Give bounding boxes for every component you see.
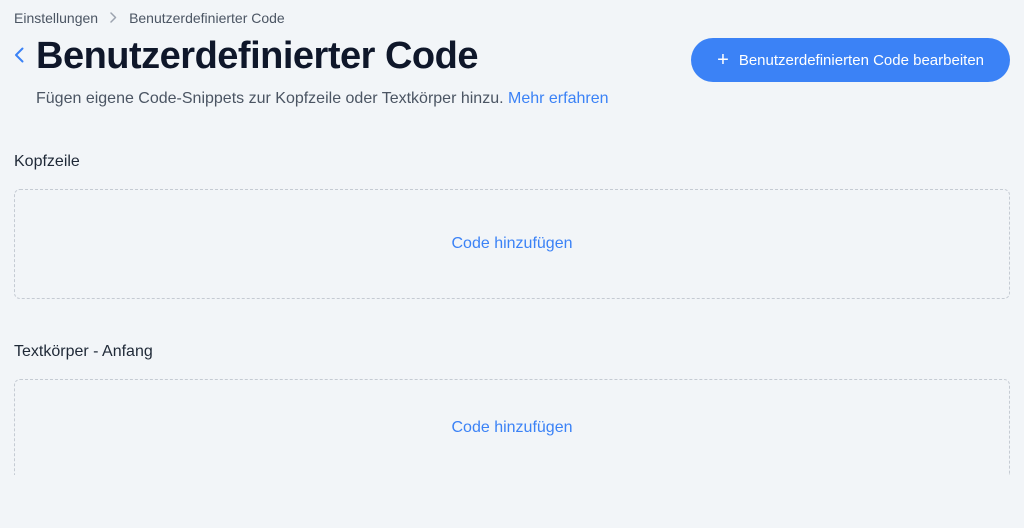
chevron-left-icon — [14, 47, 24, 63]
edit-button-label: Benutzerdefinierten Code bearbeiten — [739, 52, 984, 69]
title-block: Benutzerdefinierter Code Fügen eigene Co… — [36, 34, 616, 111]
add-code-head[interactable]: Code hinzufügen — [14, 189, 1010, 299]
plus-icon: + — [717, 50, 729, 70]
learn-more-link[interactable]: Mehr erfahren — [508, 90, 609, 107]
breadcrumb: Einstellungen Benutzerdefinierter Code — [0, 0, 1024, 32]
page-title: Benutzerdefinierter Code — [36, 34, 616, 80]
add-code-body-start[interactable]: Code hinzufügen — [14, 379, 1010, 475]
section-body-start: Textkörper - Anfang Code hinzufügen — [14, 343, 1010, 475]
breadcrumb-current: Benutzerdefinierter Code — [129, 10, 285, 26]
section-head-label: Kopfzeile — [14, 153, 1010, 171]
subtitle-text: Fügen eigene Code-Snippets zur Kopfzeile… — [36, 90, 508, 107]
page-header: Benutzerdefinierter Code Fügen eigene Co… — [0, 32, 1024, 111]
add-code-head-label: Code hinzufügen — [452, 235, 573, 253]
breadcrumb-root[interactable]: Einstellungen — [14, 10, 98, 26]
section-body-start-label: Textkörper - Anfang — [14, 343, 1010, 361]
header-left: Benutzerdefinierter Code Fügen eigene Co… — [14, 34, 691, 111]
section-head: Kopfzeile Code hinzufügen — [14, 153, 1010, 299]
page-subtitle: Fügen eigene Code-Snippets zur Kopfzeile… — [36, 86, 616, 112]
back-button[interactable] — [14, 34, 24, 69]
add-code-body-start-label: Code hinzufügen — [452, 419, 573, 437]
chevron-right-icon — [110, 10, 117, 26]
edit-custom-code-button[interactable]: + Benutzerdefinierten Code bearbeiten — [691, 38, 1010, 82]
sections: Kopfzeile Code hinzufügen Textkörper - A… — [0, 111, 1024, 475]
